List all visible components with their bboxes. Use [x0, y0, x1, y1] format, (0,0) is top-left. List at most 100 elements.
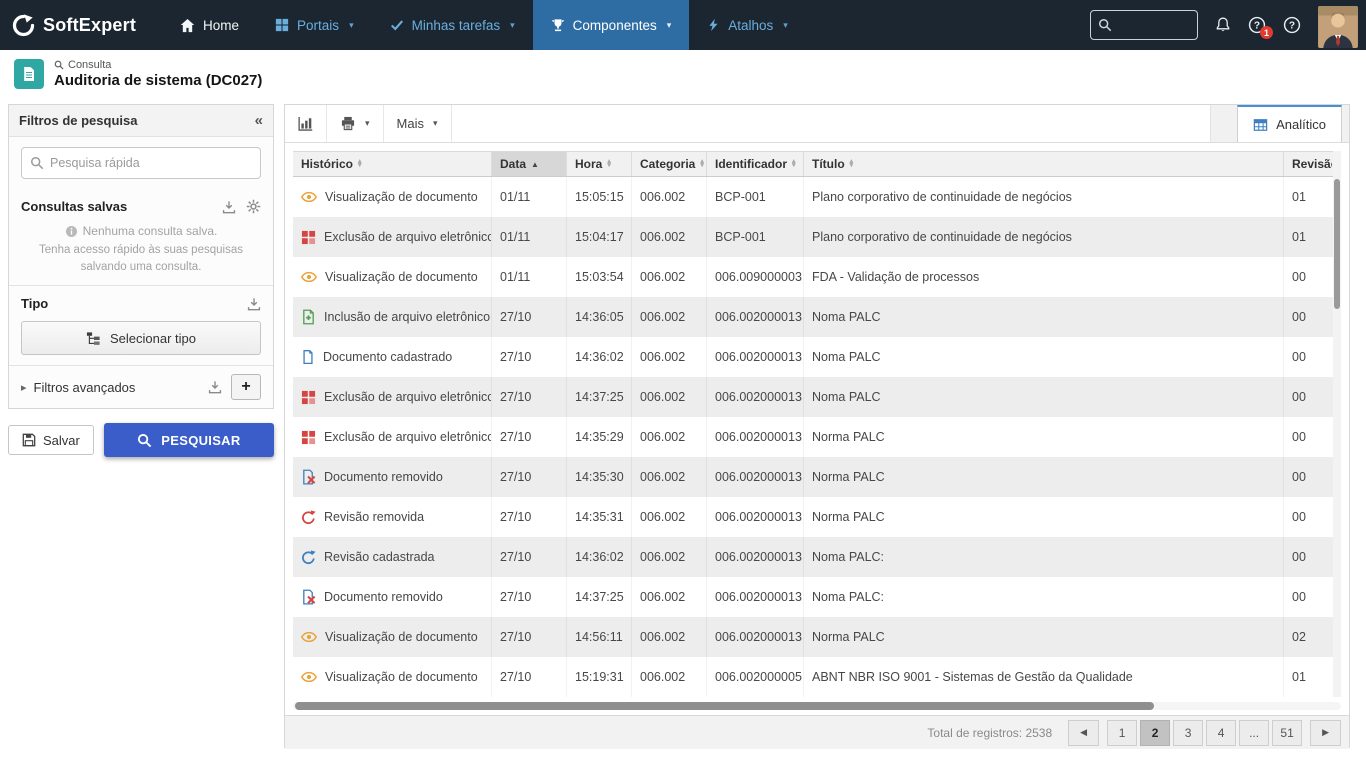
table-body: Visualização de documento01/1115:05:1500… [293, 177, 1341, 697]
nav-item-portais[interactable]: Portais▾ [257, 0, 372, 50]
chevron-right-icon: ▸ [21, 381, 27, 394]
table-row[interactable]: Revisão removida27/1014:35:31006.002006.… [293, 497, 1333, 537]
saved-searches-title: Consultas salvas [21, 199, 127, 214]
next-page-button[interactable]: ▶ [1310, 720, 1341, 746]
chart-view-button[interactable] [285, 105, 327, 142]
cell-data: 27/10 [492, 377, 567, 417]
tab-analitico[interactable]: Analítico [1237, 105, 1342, 142]
table-row[interactable]: Documento cadastrado27/1014:36:02006.002… [293, 337, 1333, 377]
horizontal-scrollbar-thumb[interactable] [295, 702, 1154, 710]
cell-historico: Documento cadastrado [293, 337, 492, 377]
download-icon[interactable] [247, 297, 261, 311]
page-button-2[interactable]: 2 [1140, 720, 1170, 746]
results-table: Histórico▴▾Data▲Hora▴▾Categoria▴▾Identif… [293, 151, 1341, 697]
cell-identificador: 006.002000013 [707, 577, 804, 617]
delete-file-icon [301, 430, 316, 445]
column-header-titulo[interactable]: Título▴▾ [804, 152, 1284, 176]
support-icon[interactable]: ? 1 [1248, 16, 1266, 34]
table-row[interactable]: Revisão cadastrada27/1014:36:02006.00200… [293, 537, 1333, 577]
column-header-historico[interactable]: Histórico▴▾ [293, 152, 492, 176]
cell-hora: 14:37:25 [567, 577, 632, 617]
column-header-data[interactable]: Data▲ [492, 152, 567, 176]
cell-identificador: 006.002000005 [707, 657, 804, 697]
cell-titulo: Norma PALC [804, 417, 1284, 457]
gear-icon[interactable] [246, 199, 261, 214]
save-button[interactable]: Salvar [8, 425, 94, 455]
sidebar-actions: Salvar PESQUISAR [8, 423, 274, 457]
table-row[interactable]: Documento removido27/1014:37:25006.00200… [293, 577, 1333, 617]
table-row[interactable]: Exclusão de arquivo eletrônico27/1014:37… [293, 377, 1333, 417]
search-button[interactable]: PESQUISAR [104, 423, 274, 457]
global-search[interactable] [1090, 10, 1198, 40]
table-row[interactable]: Documento removido27/1014:35:30006.00200… [293, 457, 1333, 497]
cell-data: 27/10 [492, 417, 567, 457]
help-circle-icon: ? [1283, 16, 1301, 34]
navbar-right: ? 1 ? [1090, 2, 1366, 48]
column-header-categoria[interactable]: Categoria▴▾ [632, 152, 707, 176]
nav-item-atalhos[interactable]: Atalhos▾ [689, 0, 806, 50]
column-label: Identificador [715, 157, 787, 171]
empty-message: Nenhuma consulta salva. [21, 224, 261, 238]
filters-panel: Filtros de pesquisa « Consultas salvas [8, 104, 274, 409]
page-button-51[interactable]: 51 [1272, 720, 1302, 746]
page-title: Auditoria de sistema (DC027) [54, 72, 262, 89]
search-filters-sidebar: Filtros de pesquisa « Consultas salvas [8, 104, 274, 457]
page-button-3[interactable]: 3 [1173, 720, 1203, 746]
page-ellipsis[interactable]: ... [1239, 720, 1269, 746]
global-search-input[interactable] [1117, 18, 1190, 33]
column-header-identificador[interactable]: Identificador▴▾ [707, 152, 804, 176]
event-label: Inclusão de arquivo eletrônico [324, 310, 490, 324]
empty-hint: Tenha acesso rápido às suas pesquisas sa… [21, 242, 261, 275]
event-label: Documento cadastrado [323, 350, 452, 364]
user-avatar[interactable] [1318, 6, 1358, 48]
quick-search-box[interactable] [21, 147, 261, 179]
nav-item-home[interactable]: Home [162, 0, 257, 50]
table-row[interactable]: Inclusão de arquivo eletrônico27/1014:36… [293, 297, 1333, 337]
page-button-4[interactable]: 4 [1206, 720, 1236, 746]
event-label: Documento removido [324, 470, 443, 484]
brand-logo[interactable]: SoftExpert [0, 14, 162, 37]
nav-item-minhas-tarefas[interactable]: Minhas tarefas▾ [372, 0, 533, 50]
cell-data: 27/10 [492, 577, 567, 617]
table-row[interactable]: Exclusão de arquivo eletrônico01/1115:04… [293, 217, 1333, 257]
bell-icon [1215, 17, 1231, 33]
download-icon[interactable] [222, 200, 236, 214]
table-row[interactable]: Visualização de documento01/1115:03:5400… [293, 257, 1333, 297]
nav-item-componentes[interactable]: Componentes▾ [533, 0, 690, 50]
cell-hora: 14:35:30 [567, 457, 632, 497]
table-row[interactable]: Exclusão de arquivo eletrônico27/1014:35… [293, 417, 1333, 457]
remove-document-icon [301, 589, 316, 605]
svg-text:?: ? [1254, 21, 1260, 32]
column-label: Data [500, 157, 526, 171]
notifications-bell-icon[interactable] [1215, 17, 1231, 33]
breadcrumb-label: Consulta [68, 59, 111, 71]
help-icon[interactable]: ? [1283, 16, 1301, 34]
table-row[interactable]: Visualização de documento27/1014:56:1100… [293, 617, 1333, 657]
cell-data: 27/10 [492, 297, 567, 337]
vertical-scrollbar-thumb[interactable] [1334, 179, 1340, 309]
table-row[interactable]: Visualização de documento27/1015:19:3100… [293, 657, 1333, 697]
add-file-icon [301, 309, 316, 325]
quick-search-input[interactable] [50, 156, 252, 170]
page-button-1[interactable]: 1 [1107, 720, 1137, 746]
more-actions-button[interactable]: Mais ▾ [384, 105, 452, 142]
advanced-filters-toggle[interactable]: ▸ Filtros avançados + [9, 366, 273, 408]
cell-hora: 15:05:15 [567, 177, 632, 217]
collapse-sidebar-icon[interactable]: « [255, 113, 263, 128]
tab-analitico-label: Analítico [1276, 117, 1326, 132]
cell-identificador: 006.002000013 [707, 417, 804, 457]
download-icon[interactable] [208, 380, 222, 394]
cell-identificador: BCP-001 [707, 177, 804, 217]
column-header-hora[interactable]: Hora▴▾ [567, 152, 632, 176]
more-button-label: Mais [397, 116, 424, 131]
column-header-revisao[interactable]: Revisão▴▾ [1284, 152, 1332, 176]
select-type-button[interactable]: Selecionar tipo [21, 321, 261, 355]
table-row[interactable]: Visualização de documento01/1115:05:1500… [293, 177, 1333, 217]
cell-identificador: 006.002000013 [707, 337, 804, 377]
prev-page-button[interactable]: ◀ [1068, 720, 1099, 746]
add-filter-button[interactable]: + [231, 374, 261, 400]
print-button[interactable]: ▾ [327, 105, 384, 142]
chevron-down-icon: ▾ [365, 118, 370, 129]
cell-revisao: 00 [1284, 457, 1332, 497]
chevron-down-icon: ▾ [783, 20, 788, 31]
